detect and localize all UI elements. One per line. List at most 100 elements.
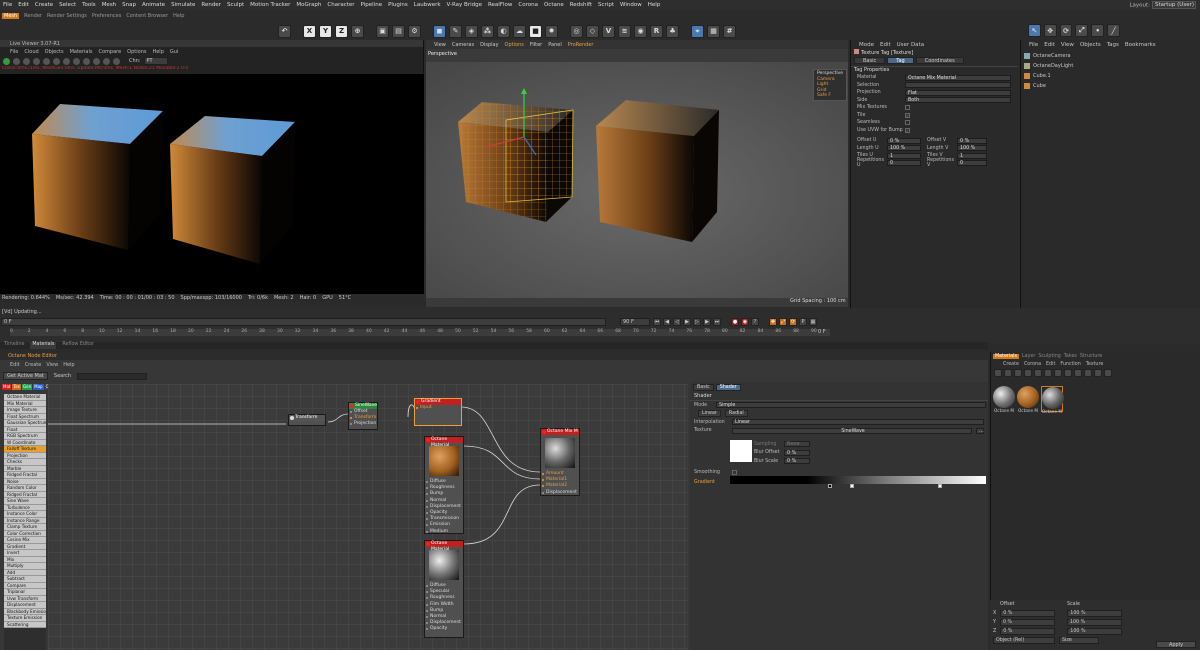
mode-dropdown[interactable]: Simple bbox=[716, 402, 986, 409]
clay-icon[interactable] bbox=[103, 57, 110, 65]
send-scene-icon[interactable] bbox=[43, 57, 50, 65]
submenu-render[interactable]: Render bbox=[24, 13, 42, 19]
persp-item-safe-f[interactable]: Safe F bbox=[817, 93, 843, 99]
pen-icon[interactable]: ✎ bbox=[449, 24, 462, 38]
light-icon[interactable]: ✹ bbox=[545, 24, 558, 38]
layered-mat-icon[interactable] bbox=[1084, 368, 1092, 377]
menu-script[interactable]: Script bbox=[598, 2, 614, 8]
pause-icon[interactable] bbox=[23, 57, 30, 65]
menu-v-ray-bridge[interactable]: V-Ray Bridge bbox=[447, 2, 482, 8]
submenu-content-browser[interactable]: Content Browser bbox=[126, 13, 168, 19]
blur-offset-field[interactable]: 0 % bbox=[784, 449, 810, 456]
redshift-icon[interactable]: R bbox=[650, 24, 663, 38]
key-rotation-icon[interactable]: ⟳ bbox=[789, 318, 797, 326]
grid-icon[interactable]: # bbox=[723, 24, 736, 38]
attr-menu-mode[interactable]: Mode bbox=[859, 42, 874, 48]
menu-simulate[interactable]: Simulate bbox=[171, 2, 195, 8]
prop-value[interactable]: Octane Mix Material bbox=[905, 74, 1011, 81]
checkbox[interactable] bbox=[905, 105, 910, 111]
keyframe-selection-icon[interactable]: ? bbox=[751, 318, 759, 326]
prev-key-icon[interactable]: ◀ bbox=[663, 318, 671, 326]
composite-mat-icon[interactable] bbox=[1094, 368, 1102, 377]
material-swatch-3[interactable]: Octane M bbox=[1041, 386, 1064, 414]
tab-coordinates[interactable]: Coordinates bbox=[915, 57, 964, 64]
menu-help[interactable]: Help bbox=[648, 2, 661, 8]
submenu-mesh[interactable]: Mesh bbox=[2, 12, 20, 19]
timeline-ruler[interactable]: 0 2 4 6 8 10 12 14 16 18 20 22 24 26 28 30 32 34 36 38 40 42 4… bbox=[10, 329, 830, 336]
menu-sculpt[interactable]: Sculpt bbox=[227, 2, 244, 8]
offset-value[interactable]: 1 bbox=[887, 152, 921, 159]
realflow-icon[interactable]: ≋ bbox=[618, 24, 631, 38]
perspective-overlay[interactable]: Perspective Camera Light Grid Safe F bbox=[813, 69, 847, 101]
material-menu-function[interactable]: Function bbox=[1060, 362, 1080, 367]
material-tab-takes[interactable]: Takes bbox=[1064, 354, 1077, 359]
portal-mat-icon[interactable] bbox=[1054, 368, 1062, 377]
blur-scale-field[interactable]: 0 % bbox=[784, 458, 810, 465]
obj-menu-tags[interactable]: Tags bbox=[1107, 42, 1119, 48]
key-scale-icon[interactable]: ⤢ bbox=[779, 318, 787, 326]
get-active-mat-button[interactable]: Get Active Mat bbox=[3, 372, 48, 380]
undo-icon[interactable]: ↶ bbox=[278, 24, 291, 38]
autokey-icon[interactable]: ◉ bbox=[741, 318, 749, 326]
laubwerk-icon[interactable]: ♣ bbox=[666, 24, 679, 38]
lv-menu-materials[interactable]: Materials bbox=[70, 49, 93, 55]
vp-menu-view[interactable]: View bbox=[434, 42, 446, 48]
glossy-mat-icon[interactable] bbox=[1024, 368, 1032, 377]
gradient-knot-icon[interactable] bbox=[938, 484, 942, 488]
stop-icon[interactable] bbox=[33, 57, 40, 65]
material-menu-texture[interactable]: Texture bbox=[1086, 362, 1104, 367]
node-canvas[interactable]: Transform SineWave Offset Transform Project… bbox=[48, 384, 688, 650]
filter-icon[interactable] bbox=[994, 368, 1002, 377]
edge-mode-icon[interactable]: ╱ bbox=[1107, 24, 1120, 37]
vp-menu-prorender[interactable]: ProRender bbox=[568, 42, 594, 48]
pin-input[interactable]: Input bbox=[415, 405, 461, 411]
octane-mat-icon[interactable] bbox=[1004, 368, 1012, 377]
menu-plugins[interactable]: Plugins bbox=[388, 2, 408, 8]
start-render-icon[interactable] bbox=[3, 57, 10, 65]
offset-value[interactable]: 100 % bbox=[887, 145, 921, 152]
gradient-knot-icon[interactable] bbox=[828, 484, 832, 488]
ne-menu-help[interactable]: Help bbox=[63, 362, 74, 370]
lv-menu-objects[interactable]: Objects bbox=[45, 49, 64, 55]
lv-menu-gui[interactable]: Gui bbox=[170, 49, 178, 55]
ne-menu-create[interactable]: Create bbox=[25, 362, 42, 370]
lv-menu-compare[interactable]: Compare bbox=[98, 49, 121, 55]
end-frame-field[interactable]: 90 F bbox=[620, 318, 650, 326]
cube-icon[interactable]: ◼ bbox=[433, 24, 446, 38]
material-tab-sculpting[interactable]: Sculpting bbox=[1038, 354, 1060, 359]
frame-slider[interactable]: 0 F bbox=[1, 318, 606, 326]
apply-button[interactable]: Apply bbox=[1156, 641, 1196, 648]
offset-value[interactable]: 0 % bbox=[1000, 610, 1056, 617]
smoothing-checkbox[interactable] bbox=[732, 469, 737, 475]
submenu-help[interactable]: Help bbox=[173, 13, 184, 19]
axis-z-button[interactable]: Z bbox=[335, 24, 348, 38]
submenu-render-settings[interactable]: Render Settings bbox=[47, 13, 87, 19]
environment-icon[interactable]: ☁ bbox=[513, 24, 526, 38]
menu-redshift[interactable]: Redshift bbox=[570, 2, 592, 8]
pin-projection[interactable]: Projection bbox=[349, 421, 377, 427]
offset-value[interactable]: 0 bbox=[887, 160, 921, 167]
menu-mesh[interactable]: Mesh bbox=[102, 2, 116, 8]
material-menu-edit[interactable]: Edit bbox=[1046, 362, 1055, 367]
channel-dropdown[interactable]: PT bbox=[143, 57, 168, 65]
sampling-dropdown[interactable]: None bbox=[784, 441, 810, 448]
checkbox[interactable]: ✓ bbox=[905, 127, 910, 133]
search-input[interactable] bbox=[77, 372, 148, 380]
key-position-icon[interactable]: ✥ bbox=[769, 318, 777, 326]
checkbox[interactable]: ✓ bbox=[905, 112, 910, 118]
menu-snap[interactable]: Snap bbox=[122, 2, 136, 8]
offset-value[interactable]: 0 % bbox=[887, 137, 921, 144]
filter-gen[interactable]: Gen bbox=[22, 384, 33, 390]
menu-mograph[interactable]: MoGraph bbox=[296, 2, 321, 8]
scale-value[interactable]: 100 % bbox=[1067, 610, 1123, 617]
material-tab-layer[interactable]: Layer bbox=[1022, 354, 1035, 359]
offset-value[interactable]: 0 % bbox=[957, 137, 987, 144]
save-image-icon[interactable] bbox=[93, 57, 100, 65]
gradient-knot-icon[interactable] bbox=[850, 484, 854, 488]
next-key-icon[interactable]: ▶ bbox=[703, 318, 711, 326]
pin-displacement[interactable]: Displacement bbox=[541, 490, 579, 496]
scale-value[interactable]: 100 % bbox=[1067, 628, 1123, 635]
filter-mat[interactable]: Mat bbox=[2, 384, 12, 390]
settings-icon[interactable] bbox=[113, 57, 120, 65]
lv-menu-options[interactable]: Options bbox=[127, 49, 146, 55]
